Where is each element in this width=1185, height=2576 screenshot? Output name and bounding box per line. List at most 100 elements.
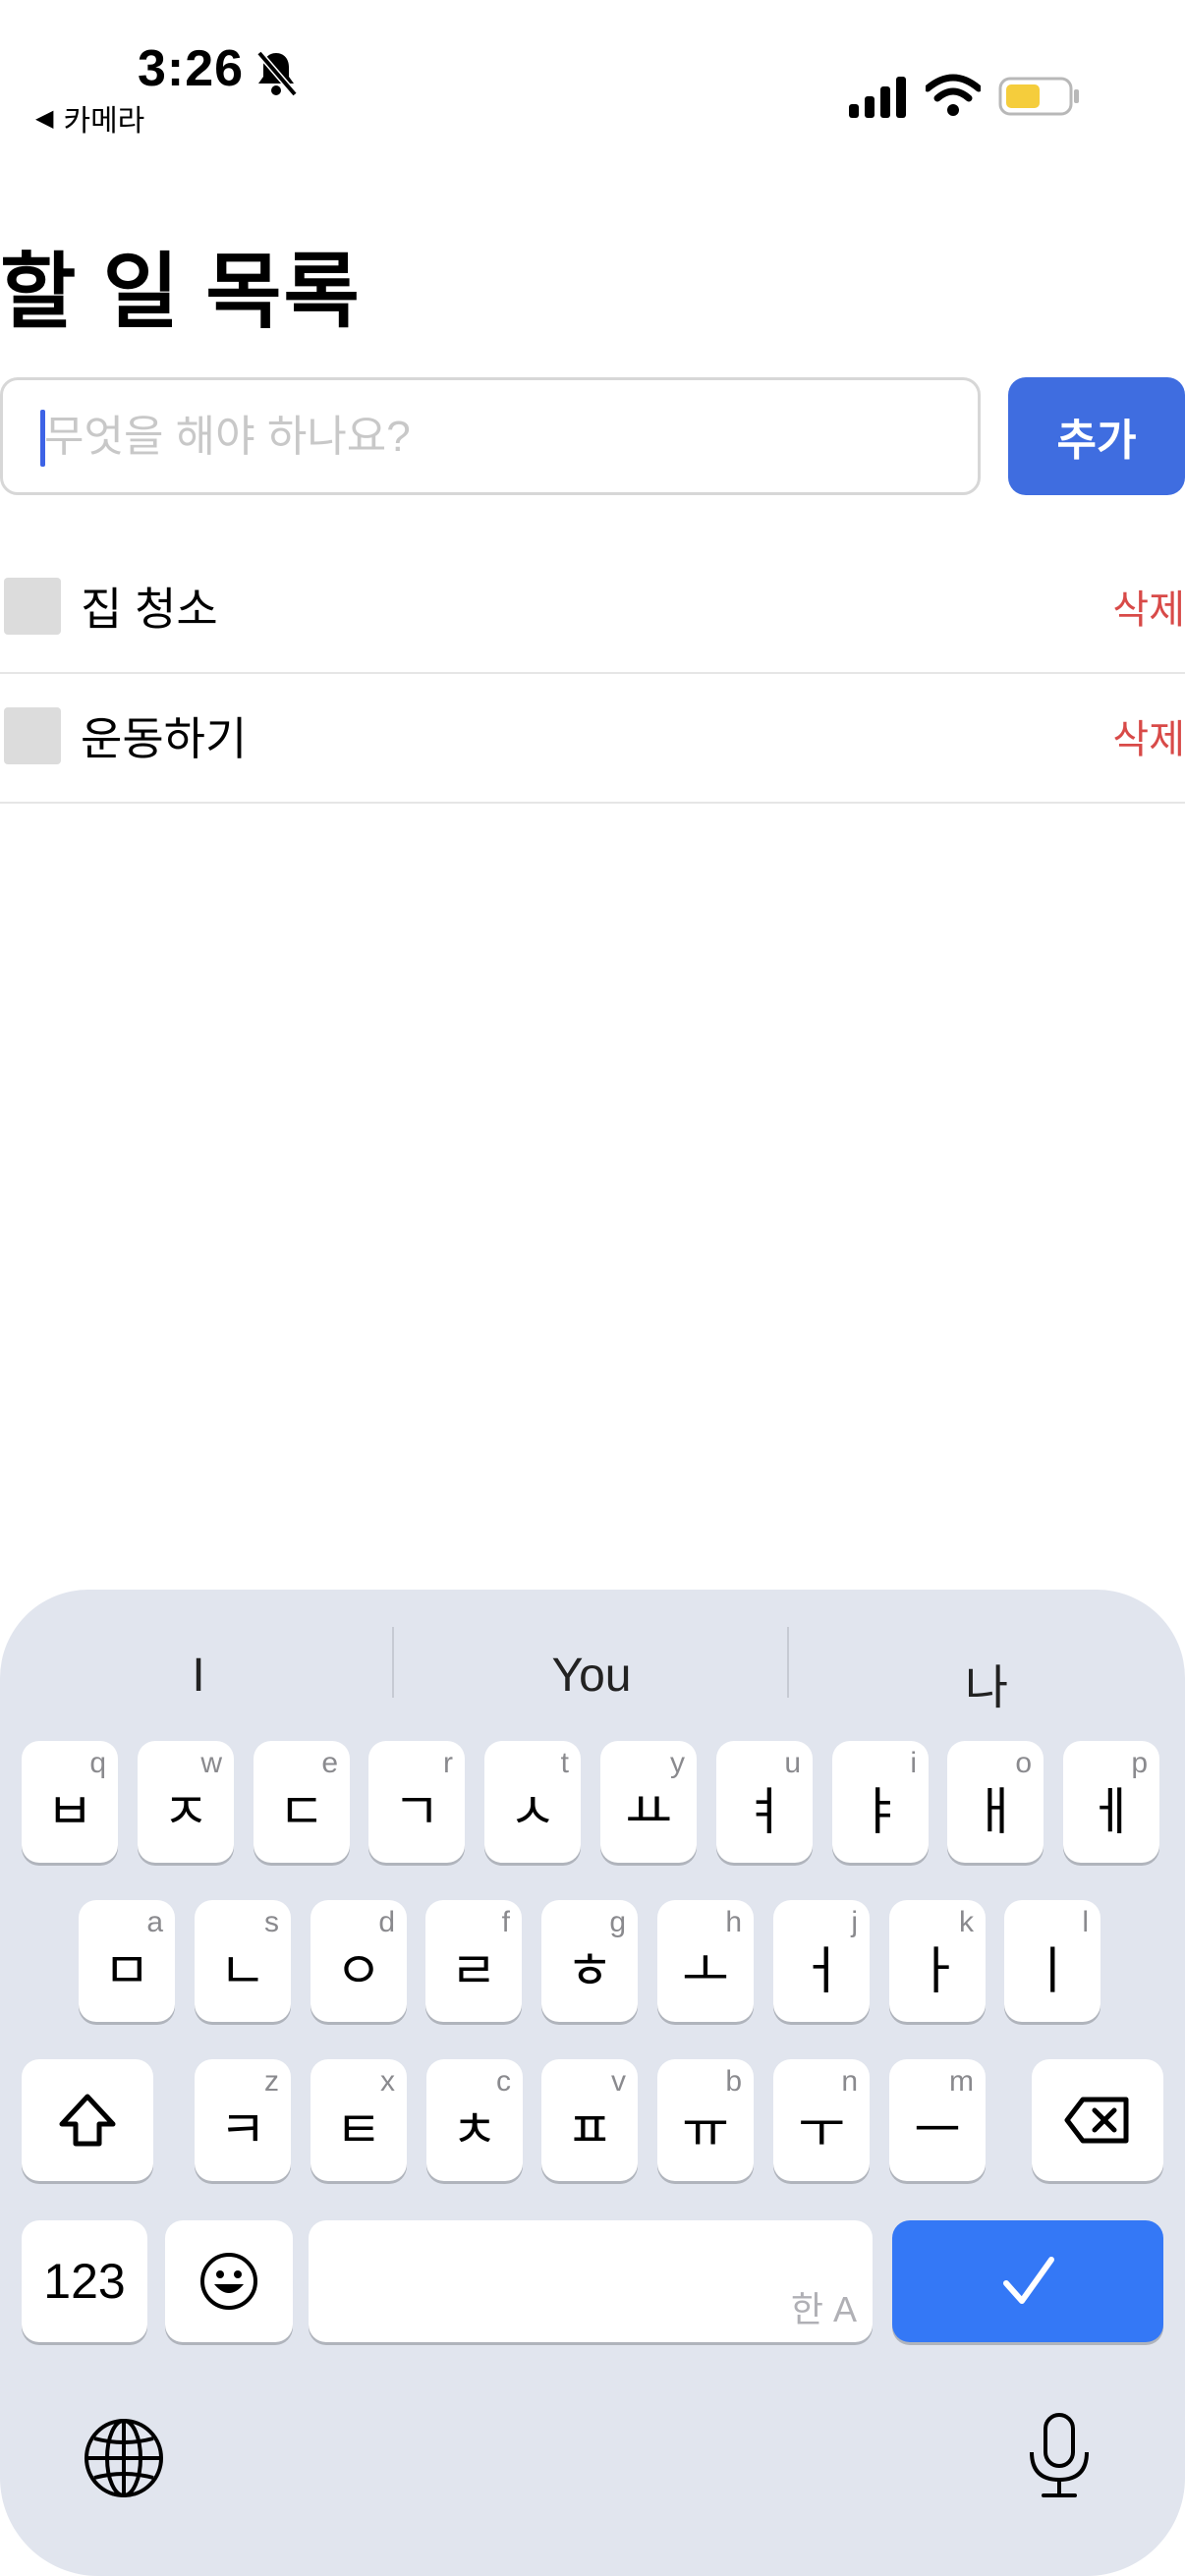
key-jamo-label: ㄴ [219, 1942, 266, 2000]
todo-checkbox[interactable] [4, 578, 61, 635]
key-l[interactable]: lㅣ [1004, 1900, 1100, 2022]
delete-button[interactable]: 삭제 [1112, 578, 1185, 635]
key-s[interactable]: sㄴ [195, 1900, 291, 2022]
key-hint-label: i [910, 1747, 917, 1779]
microphone-icon[interactable] [1022, 2411, 1097, 2501]
suggestion-1[interactable]: I [2, 1649, 395, 1703]
key-hint-label: f [501, 1906, 510, 1938]
key-h[interactable]: hㅗ [657, 1900, 754, 2022]
emoji-key[interactable] [165, 2220, 293, 2342]
key-hint-label: g [609, 1906, 626, 1938]
key-r[interactable]: rㄱ [368, 1741, 465, 1863]
key-hint-label: w [200, 1747, 222, 1779]
key-b[interactable]: bㅠ [657, 2059, 754, 2181]
key-a[interactable]: aㅁ [79, 1900, 175, 2022]
key-jamo-label: ㅈ [162, 1783, 209, 1841]
key-jamo-label: ㅔ [1088, 1783, 1135, 1841]
key-jamo-label: ㅍ [566, 2101, 613, 2159]
key-jamo-label: ㅣ [1029, 1942, 1076, 2000]
key-jamo-label: ㅕ [741, 1783, 788, 1841]
key-jamo-label: ㄷ [278, 1783, 325, 1841]
key-jamo-label: ㅗ [682, 1942, 729, 2000]
key-hint-label: c [496, 2065, 511, 2098]
key-i[interactable]: iㅑ [832, 1741, 929, 1863]
suggestion-2[interactable]: You [395, 1649, 788, 1703]
key-jamo-label: ㅑ [857, 1783, 904, 1841]
back-to-camera[interactable]: ◀ 카메라 [35, 96, 144, 140]
checkmark-icon [1003, 2257, 1054, 2304]
key-x[interactable]: xㅌ [310, 2059, 407, 2181]
key-hint-label: e [321, 1747, 338, 1779]
key-hint-label: x [380, 2065, 395, 2098]
key-jamo-label: ㅇ [335, 1942, 382, 2000]
key-z[interactable]: zㅋ [195, 2059, 291, 2181]
add-button[interactable]: 추가 [1008, 377, 1185, 495]
space-key-label: 한 A [790, 2289, 857, 2329]
key-c[interactable]: cㅊ [426, 2059, 523, 2181]
key-hint-label: o [1015, 1747, 1032, 1779]
key-hint-label: d [378, 1906, 395, 1938]
todo-text: 운동하기 [81, 713, 248, 764]
key-w[interactable]: wㅈ [138, 1741, 234, 1863]
key-jamo-label: ㅐ [972, 1783, 1019, 1841]
list-item: 운동하기 삭제 [0, 674, 1185, 804]
key-jamo-label: ㅜ [798, 2101, 845, 2159]
suggestion-divider [392, 1627, 394, 1698]
todo-input[interactable] [42, 380, 960, 494]
key-t[interactable]: tㅅ [484, 1741, 581, 1863]
key-g[interactable]: gㅎ [541, 1900, 638, 2022]
key-hint-label: h [725, 1906, 742, 1938]
key-jamo-label: ㄹ [450, 1942, 497, 2000]
todo-checkbox[interactable] [4, 707, 61, 764]
delete-button[interactable]: 삭제 [1112, 707, 1185, 764]
key-jamo-label: ㅊ [451, 2101, 498, 2159]
key-k[interactable]: kㅏ [889, 1900, 986, 2022]
key-jamo-label: ㅛ [625, 1783, 672, 1841]
todo-input-container[interactable] [0, 377, 981, 495]
list-item: 집 청소 삭제 [0, 544, 1185, 674]
globe-icon[interactable] [83, 2417, 165, 2499]
key-hint-label: n [841, 2065, 858, 2098]
key-hint-label: z [264, 2065, 279, 2098]
key-m[interactable]: mㅡ [889, 2059, 986, 2181]
status-time: 3:26 [138, 40, 245, 97]
key-hint-label: t [560, 1747, 569, 1779]
backspace-key[interactable] [1032, 2059, 1163, 2181]
key-hint-label: r [443, 1747, 453, 1779]
key-e[interactable]: eㄷ [254, 1741, 350, 1863]
space-key[interactable]: 한 A [309, 2220, 873, 2342]
key-jamo-label: ㅁ [103, 1942, 150, 2000]
key-jamo-label: ㅋ [219, 2101, 266, 2159]
back-arrow-icon: ◀ [35, 104, 54, 132]
key-p[interactable]: pㅔ [1063, 1741, 1159, 1863]
key-n[interactable]: nㅜ [773, 2059, 870, 2181]
key-hint-label: b [725, 2065, 742, 2098]
key-j[interactable]: jㅓ [773, 1900, 870, 2022]
page-title: 할 일 목록 [0, 246, 362, 338]
key-u[interactable]: uㅕ [716, 1741, 813, 1863]
cellular-signal-icon [849, 77, 906, 118]
key-hint-label: a [146, 1906, 163, 1938]
key-jamo-label: ㅎ [566, 1942, 613, 2000]
key-hint-label: p [1131, 1747, 1148, 1779]
key-o[interactable]: oㅐ [947, 1741, 1044, 1863]
key-jamo-label: ㅅ [509, 1783, 556, 1841]
backspace-icon [1064, 2097, 1129, 2144]
key-hint-label: y [670, 1747, 685, 1779]
key-f[interactable]: fㄹ [425, 1900, 522, 2022]
key-hint-label: q [89, 1747, 106, 1779]
key-q[interactable]: qㅂ [22, 1741, 118, 1863]
key-d[interactable]: dㅇ [310, 1900, 407, 2022]
shift-key[interactable] [22, 2059, 153, 2181]
suggestion-3[interactable]: 나 [790, 1649, 1183, 1717]
key-jamo-label: ㅂ [46, 1783, 93, 1841]
key-jamo-label: ㅏ [914, 1942, 961, 2000]
done-key[interactable] [892, 2220, 1163, 2342]
key-hint-label: k [959, 1906, 974, 1938]
key-y[interactable]: yㅛ [600, 1741, 697, 1863]
key-v[interactable]: vㅍ [541, 2059, 638, 2181]
key-hint-label: m [949, 2065, 974, 2098]
numbers-key[interactable]: 123 [22, 2220, 147, 2342]
key-hint-label: u [784, 1747, 801, 1779]
key-hint-label: v [611, 2065, 626, 2098]
